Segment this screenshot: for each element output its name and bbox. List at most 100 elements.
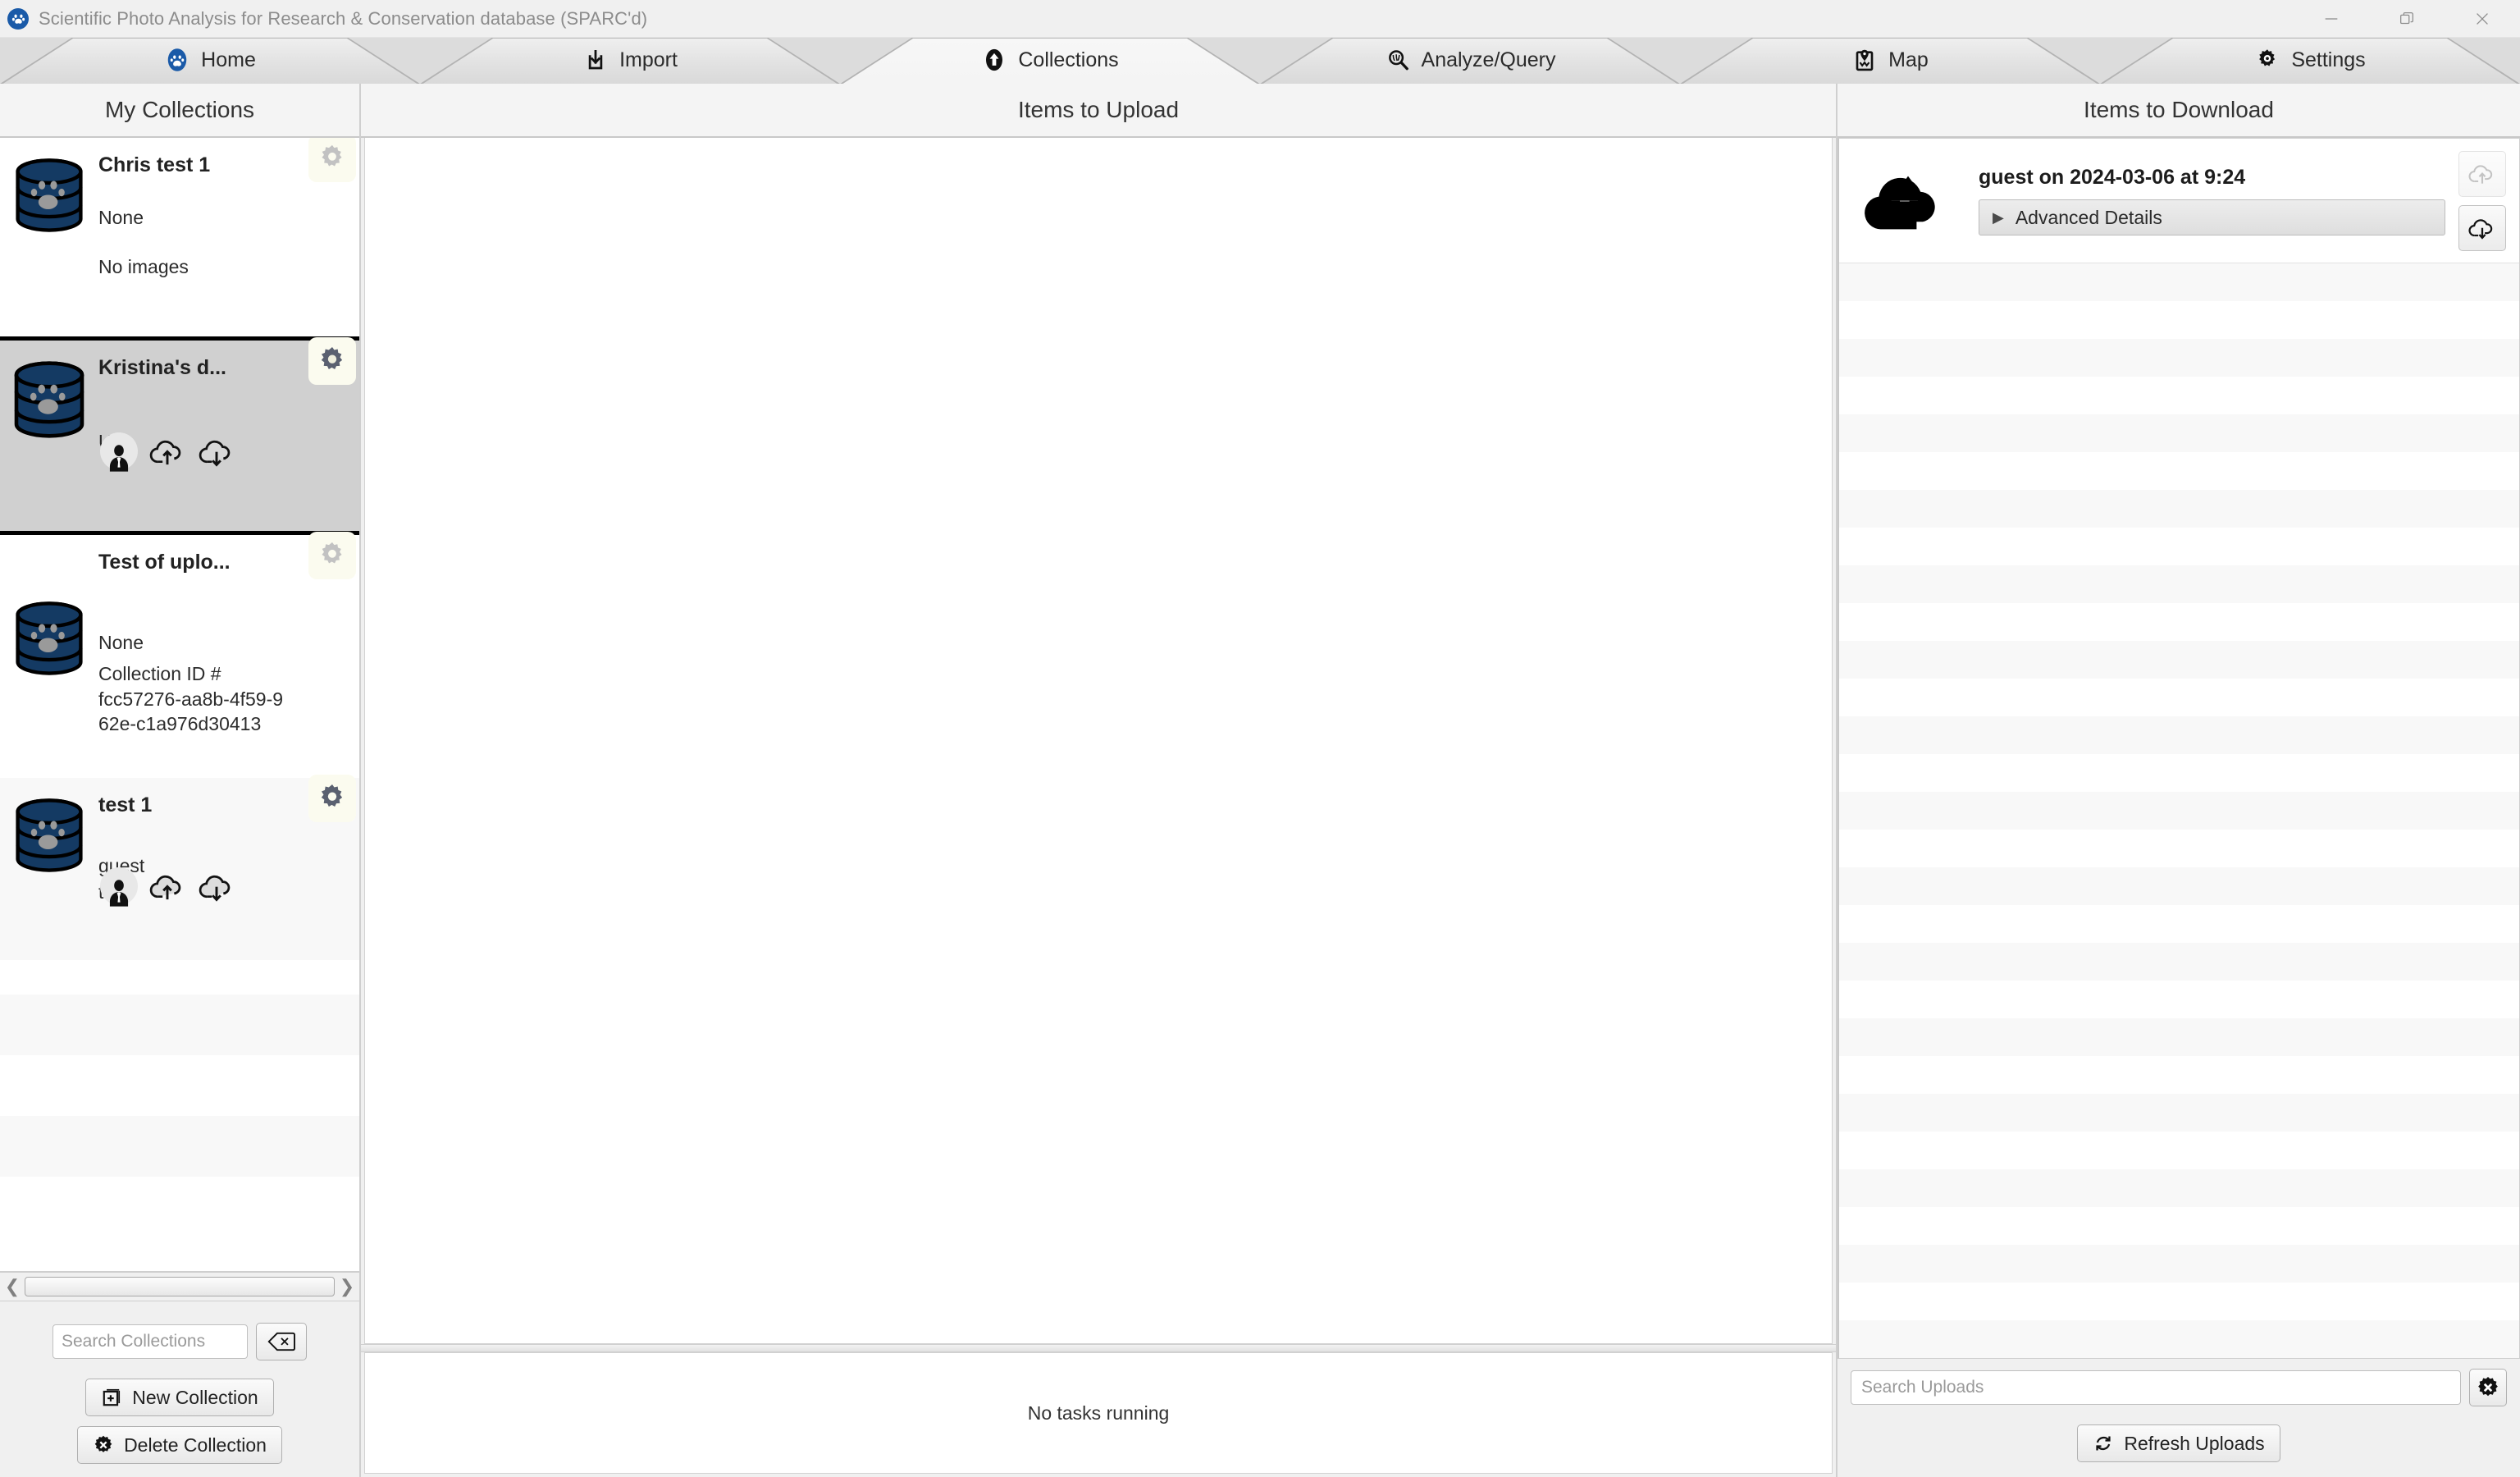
tab-settings[interactable]: Settings	[2100, 38, 2520, 84]
main-body: My Collections Chris test 1 None No imag…	[0, 84, 2520, 1477]
list-empty-row	[1839, 528, 2519, 565]
list-empty-row	[1839, 1245, 2519, 1283]
paw-home-icon	[164, 47, 190, 73]
advanced-details-toggle[interactable]: ▶ Advanced Details	[1979, 199, 2445, 235]
refresh-icon	[2093, 1433, 2114, 1454]
collection-owner: None	[98, 206, 144, 228]
download-list-item[interactable]: guest on 2024-03-06 at 9:24 ▶ Advanced D…	[1839, 139, 2519, 263]
cloud-upload-solid-icon	[1851, 162, 1965, 240]
list-empty-row	[1839, 377, 2519, 414]
list-empty-row	[0, 995, 359, 1055]
tab-label: Collections	[1018, 48, 1119, 71]
list-empty-row	[1839, 452, 2519, 490]
collections-search-row	[0, 1301, 359, 1360]
list-empty-row	[0, 1055, 359, 1116]
window-controls	[2294, 0, 2520, 38]
list-empty-row	[1839, 565, 2519, 603]
download-panel: Items to Download guest on 2024-03-06 at…	[1838, 84, 2520, 1477]
list-empty-row	[1839, 1094, 2519, 1132]
upload-panel-title: Items to Upload	[361, 84, 1836, 138]
tab-label: Home	[201, 48, 256, 71]
list-empty-row	[0, 1177, 359, 1209]
scroll-thumb[interactable]	[25, 1277, 335, 1296]
download-item-button[interactable]	[2458, 204, 2506, 251]
collections-action-buttons: New Collection Delete Collection	[0, 1360, 359, 1477]
list-empty-row	[1839, 981, 2519, 1018]
list-empty-row	[1839, 641, 2519, 679]
database-paw-icon	[0, 138, 98, 235]
new-collection-button[interactable]: New Collection	[85, 1379, 274, 1416]
list-empty-row	[1839, 716, 2519, 754]
collections-horizontal-scrollbar[interactable]: ❮ ❯	[0, 1272, 359, 1301]
list-item[interactable]: Kristina's d... UA	[0, 336, 359, 535]
scroll-right-icon[interactable]: ❯	[336, 1276, 358, 1297]
tab-collections[interactable]: Collections	[840, 38, 1260, 84]
tab-import[interactable]: Import	[420, 38, 840, 84]
close-button[interactable]	[2445, 0, 2520, 38]
search-collections-input[interactable]	[52, 1324, 248, 1359]
refresh-uploads-button[interactable]: Refresh Uploads	[2077, 1424, 2280, 1462]
list-item[interactable]: Chris test 1 None No images	[0, 138, 359, 336]
list-empty-row	[1839, 414, 2519, 452]
search-uploads-input[interactable]	[1851, 1370, 2461, 1405]
cloud-download-icon[interactable]	[197, 869, 236, 903]
refresh-uploads-label: Refresh Uploads	[2124, 1432, 2265, 1454]
list-item[interactable]: Test of uplo... None Collection ID # fcc…	[0, 532, 359, 778]
list-empty-row	[0, 960, 359, 995]
map-pin-icon	[1851, 47, 1878, 73]
upload-item-button[interactable]	[2458, 150, 2506, 197]
collections-panel: My Collections Chris test 1 None No imag…	[0, 84, 361, 1477]
collection-settings-button[interactable]	[308, 138, 356, 182]
list-item[interactable]: test 1 guest te	[0, 775, 359, 960]
list-empty-row	[1839, 1207, 2519, 1245]
new-collection-label: New Collection	[132, 1386, 258, 1408]
caret-right-icon: ▶	[1993, 209, 2004, 226]
task-status-area: No tasks running	[364, 1352, 1833, 1474]
list-empty-row	[1839, 830, 2519, 867]
list-empty-row	[1839, 1283, 2519, 1320]
advanced-details-label: Advanced Details	[2015, 206, 2162, 228]
window-title: Scientific Photo Analysis for Research &…	[39, 7, 648, 29]
cloud-download-icon[interactable]	[197, 434, 236, 469]
upload-panel: Items to Upload No tasks running	[361, 84, 1838, 1477]
delete-collection-button[interactable]: Delete Collection	[77, 1426, 282, 1464]
collections-panel-title: My Collections	[0, 84, 359, 138]
cloud-upload-icon[interactable]	[148, 434, 187, 469]
download-panel-title: Items to Download	[1838, 84, 2520, 138]
tab-map[interactable]: Map	[1680, 38, 2100, 84]
cloud-upload-icon[interactable]	[148, 869, 187, 903]
tab-analyze-query[interactable]: Analyze/Query	[1260, 38, 1680, 84]
import-icon	[582, 47, 609, 73]
collection-id-value: fcc57276-aa8b-4f59-962e-c1a976d30413	[98, 688, 284, 735]
clear-collections-search-button[interactable]	[256, 1323, 307, 1360]
minimize-button[interactable]	[2294, 0, 2369, 38]
collection-detail: No images	[98, 256, 189, 278]
scroll-left-icon[interactable]: ❮	[2, 1276, 23, 1297]
collection-settings-button[interactable]	[308, 532, 356, 579]
main-tab-bar: Home Import Collections Analyze/Query Ma…	[0, 38, 2520, 84]
collections-list[interactable]: Chris test 1 None No images Kristina's d…	[0, 138, 359, 1272]
tab-home[interactable]: Home	[0, 38, 420, 84]
download-items-list[interactable]: guest on 2024-03-06 at 9:24 ▶ Advanced D…	[1838, 138, 2520, 1359]
collection-actions	[100, 432, 353, 472]
list-empty-row	[1839, 1320, 2519, 1358]
collections-icon	[981, 47, 1007, 73]
list-empty-row	[1839, 943, 2519, 981]
task-splitter[interactable]	[361, 1344, 1836, 1352]
upload-items-list[interactable]	[364, 138, 1833, 1344]
collection-settings-button[interactable]	[308, 337, 356, 385]
list-empty-row	[1839, 754, 2519, 792]
download-item-title: guest on 2024-03-06 at 9:24	[1979, 166, 2246, 189]
list-empty-row	[1839, 1056, 2519, 1094]
uploads-search-row	[1838, 1359, 2520, 1406]
restore-button[interactable]	[2369, 0, 2445, 38]
tab-label: Map	[1888, 48, 1929, 71]
download-item-body: guest on 2024-03-06 at 9:24 ▶ Advanced D…	[1979, 166, 2445, 235]
clear-uploads-search-button[interactable]	[2469, 1369, 2507, 1406]
list-empty-row	[1839, 490, 2519, 528]
list-empty-row	[0, 1116, 359, 1177]
title-bar: Scientific Photo Analysis for Research &…	[0, 0, 2520, 38]
list-empty-row	[1839, 301, 2519, 339]
collection-settings-button[interactable]	[308, 775, 356, 822]
collection-owner: None	[98, 631, 144, 653]
